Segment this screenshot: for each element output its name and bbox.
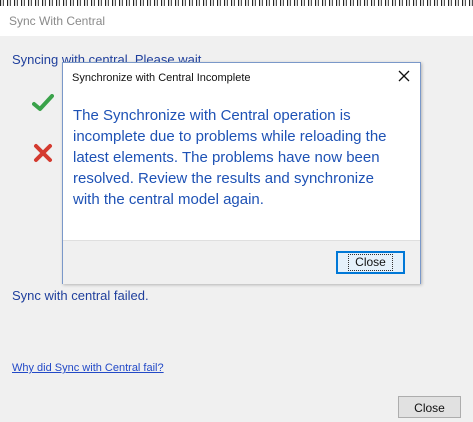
x-icon <box>34 144 52 162</box>
sync-failed-text: Sync with central failed. <box>12 288 149 303</box>
dialog-footer: Close <box>63 240 420 284</box>
outer-window-title: Sync With Central <box>9 14 106 28</box>
dialog-close-label: Close <box>348 254 393 271</box>
dialog-message: The Synchronize with Central operation i… <box>73 107 387 208</box>
why-sync-failed-link[interactable]: Why did Sync with Central fail? <box>12 362 164 374</box>
close-button[interactable]: Close <box>398 396 461 418</box>
dialog-close-button[interactable]: Close <box>336 251 405 274</box>
sync-incomplete-dialog: Synchronize with Central Incomplete The … <box>62 62 421 284</box>
close-icon[interactable] <box>397 69 411 83</box>
check-icon <box>32 94 54 111</box>
dialog-title: Synchronize with Central Incomplete <box>72 72 251 84</box>
outer-titlebar: Sync With Central <box>0 6 473 36</box>
